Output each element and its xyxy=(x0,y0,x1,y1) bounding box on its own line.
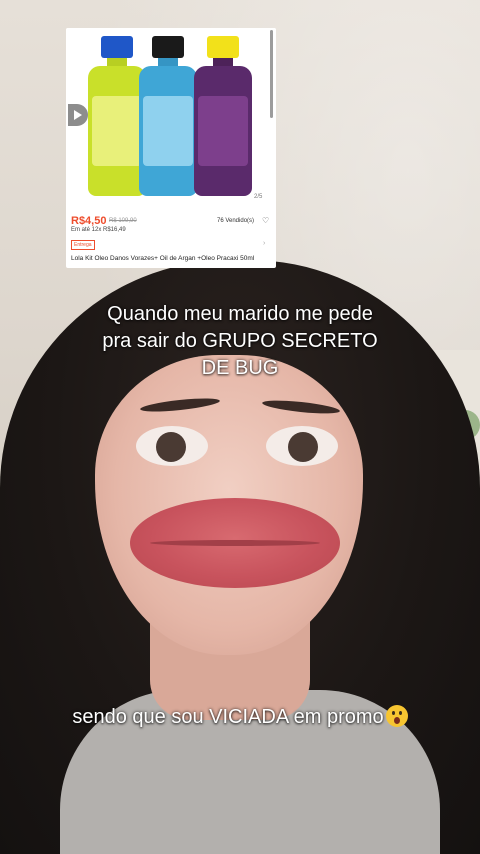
bottle-danos-vorazes xyxy=(139,36,197,196)
scrollbar[interactable] xyxy=(270,30,273,118)
shipping-badge: Entrega xyxy=(71,240,95,250)
right-eye xyxy=(266,426,338,466)
product-price: R$4,50 xyxy=(71,215,107,227)
bottle-label xyxy=(198,96,248,166)
play-icon[interactable] xyxy=(68,104,88,126)
left-eye xyxy=(136,426,208,466)
bottle-label xyxy=(92,96,142,166)
bottle-body xyxy=(139,66,197,196)
caption-bottom-wrapper: sendo que sou VICIADA em promo xyxy=(70,704,410,731)
emoji-mouth xyxy=(393,717,400,724)
bottle-cap xyxy=(152,36,184,58)
product-title: Lola Kit Oleo Danos Vorazes+ Oil de Arga… xyxy=(71,255,255,262)
installment-info: Em até 12x R$16,49 xyxy=(71,227,126,233)
bottle-pracaxi xyxy=(194,36,252,196)
product-image xyxy=(66,28,276,203)
bottle-cap xyxy=(101,36,133,58)
heart-icon[interactable]: ♡ xyxy=(262,216,269,225)
bottle-cap xyxy=(207,36,239,58)
caption-top: Quando meu marido me pede pra sair do GR… xyxy=(102,303,378,379)
chevron-right-icon[interactable]: › xyxy=(263,240,265,247)
product-screenshot-card[interactable]: 2/5 R$4,50 R$ 109,90 76 Vendido(s) ♡ Em … xyxy=(66,28,276,268)
bottle-label xyxy=(143,96,193,166)
old-price: R$ 109,90 xyxy=(109,218,137,224)
bottle-body xyxy=(194,66,252,196)
image-page-indicator: 2/5 xyxy=(254,194,263,200)
right-iris xyxy=(288,432,318,462)
lips-line xyxy=(150,540,320,546)
caption-bottom: sendo que sou VICIADA em promo xyxy=(72,706,384,728)
bottle-body xyxy=(88,66,146,196)
left-iris xyxy=(156,432,186,462)
bottle-argan-oil xyxy=(88,36,146,196)
sold-count: 76 Vendido(s) xyxy=(217,218,255,224)
surprised-face-icon xyxy=(385,705,408,727)
